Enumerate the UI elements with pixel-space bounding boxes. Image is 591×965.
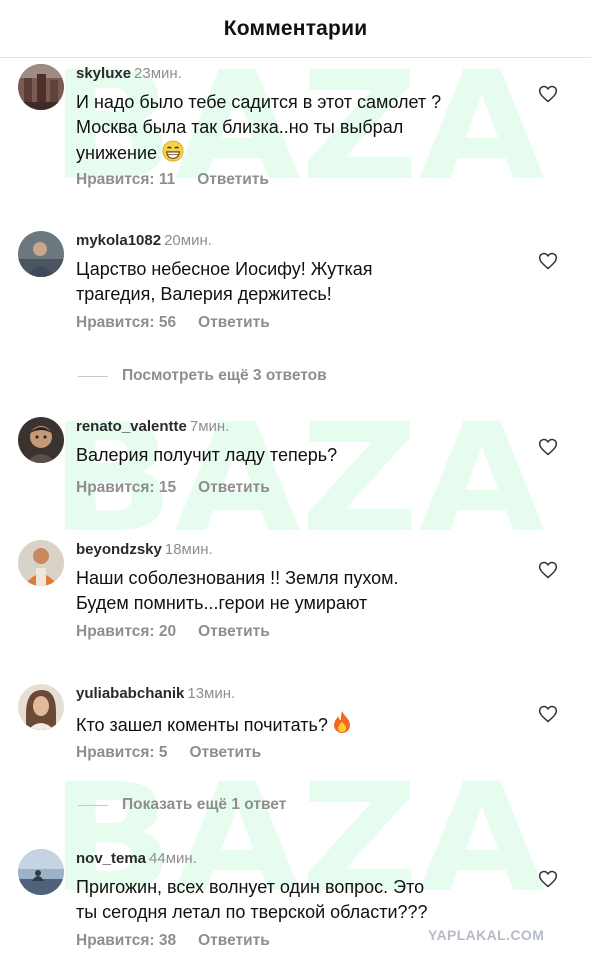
reply-button[interactable]: Ответить bbox=[198, 314, 270, 331]
header-bar: Комментарии bbox=[0, 0, 591, 58]
likes-count[interactable]: Нравится: 56 bbox=[76, 314, 176, 331]
avatar[interactable] bbox=[18, 684, 64, 730]
reply-button[interactable]: Ответить bbox=[198, 479, 270, 496]
comment-time: 20мин. bbox=[164, 232, 212, 249]
heart-outline-icon[interactable] bbox=[538, 251, 558, 271]
username[interactable]: nov_tema bbox=[76, 850, 146, 867]
heart-outline-icon[interactable] bbox=[538, 84, 558, 104]
likes-count[interactable]: Нравится: 15 bbox=[76, 479, 176, 496]
avatar[interactable] bbox=[18, 64, 64, 110]
avatar[interactable] bbox=[18, 417, 64, 463]
fire-emoji bbox=[332, 710, 352, 741]
reply-button[interactable]: Ответить bbox=[198, 623, 270, 640]
reply-button[interactable]: Ответить bbox=[197, 171, 269, 188]
likes-count[interactable]: Нравится: 5 bbox=[76, 744, 167, 761]
comment-time: 13мин. bbox=[187, 685, 236, 702]
heart-outline-icon[interactable] bbox=[538, 560, 558, 580]
username[interactable]: yuliababchanik bbox=[76, 685, 184, 702]
grinning-face-emoji bbox=[161, 140, 185, 169]
comment-text: Царство небесное Иосифу! Жуткая трагедия… bbox=[76, 259, 373, 304]
comment-time: 18мин. bbox=[164, 541, 213, 558]
comment-time: 44мин. bbox=[149, 850, 197, 867]
divider bbox=[78, 804, 108, 806]
username[interactable]: renato_valentte bbox=[76, 418, 187, 435]
comment-text: Валерия получит ладу теперь? bbox=[76, 445, 338, 465]
comment-time: 7мин. bbox=[189, 418, 230, 435]
avatar[interactable] bbox=[18, 849, 64, 895]
heart-outline-icon[interactable] bbox=[538, 869, 558, 889]
avatar[interactable] bbox=[18, 231, 64, 277]
view-more-replies-label: Посмотреть ещё 3 ответов bbox=[122, 367, 327, 384]
view-more-replies[interactable]: Показать ещё 1 ответ bbox=[78, 796, 286, 814]
comment-text: Пригожин, всех волнует один вопрос. Это … bbox=[76, 877, 428, 922]
avatar[interactable] bbox=[18, 540, 64, 586]
likes-count[interactable]: Нравится: 38 bbox=[76, 932, 176, 949]
username[interactable]: beyondzsky bbox=[76, 541, 162, 558]
comment-text: Кто зашел коменты почитать? bbox=[76, 715, 328, 735]
comment-text: Наши соболезнования !! Земля пухом. Буде… bbox=[76, 568, 399, 613]
username[interactable]: mykola1082 bbox=[76, 232, 161, 249]
divider bbox=[78, 375, 108, 377]
comment-time: 23мин. bbox=[134, 65, 182, 82]
comment-text: И надо было тебе садится в этот самолет … bbox=[76, 92, 442, 163]
view-more-replies-label: Показать ещё 1 ответ bbox=[122, 796, 287, 813]
reply-button[interactable]: Ответить bbox=[189, 744, 261, 761]
site-watermark: YAPLAKAL.COM bbox=[428, 927, 545, 943]
view-more-replies[interactable]: Посмотреть ещё 3 ответов bbox=[78, 367, 327, 385]
heart-outline-icon[interactable] bbox=[538, 704, 558, 724]
heart-outline-icon[interactable] bbox=[538, 437, 558, 457]
username[interactable]: skyluxe bbox=[76, 65, 131, 82]
likes-count[interactable]: Нравится: 11 bbox=[76, 171, 175, 188]
page-title: Комментарии bbox=[223, 16, 368, 40]
reply-button[interactable]: Ответить bbox=[198, 932, 270, 949]
likes-count[interactable]: Нравится: 20 bbox=[76, 623, 176, 640]
